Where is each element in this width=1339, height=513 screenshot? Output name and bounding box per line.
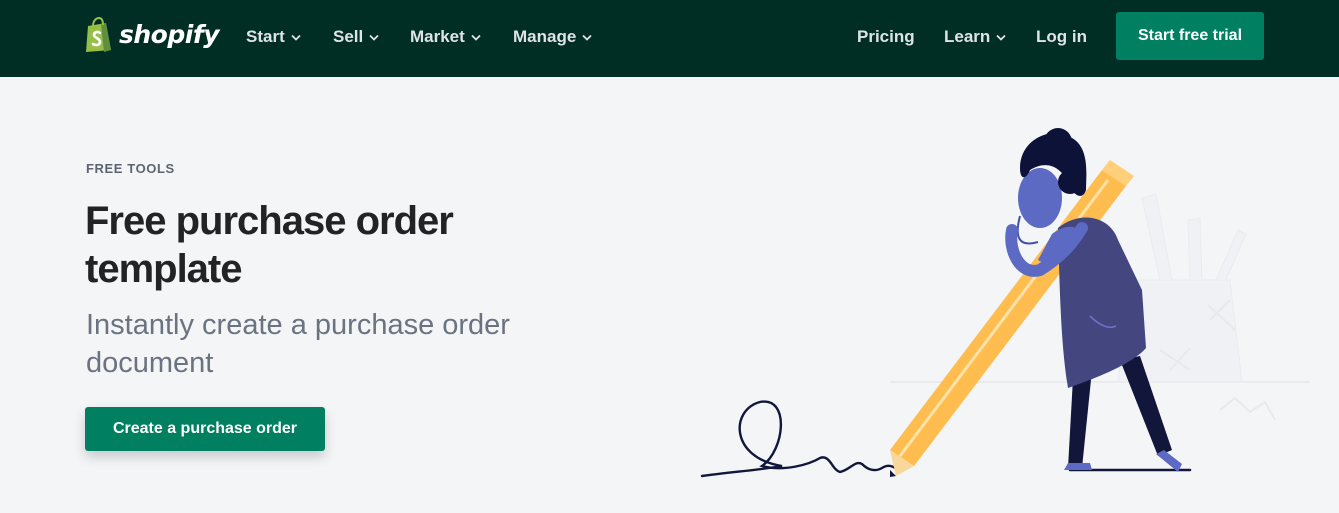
nav-item-manage[interactable]: Manage [513, 24, 592, 50]
create-purchase-order-button[interactable]: Create a purchase order [85, 407, 325, 451]
nav-item-label: Manage [513, 27, 577, 46]
chevron-down-icon [369, 34, 379, 41]
start-free-trial-button[interactable]: Start free trial [1116, 12, 1264, 60]
page-subtitle: Instantly create a purchase order docume… [86, 309, 510, 379]
pencil-person-illustration [700, 128, 1310, 478]
nav-item-label: Market [410, 27, 465, 46]
shopify-bag-icon [86, 17, 111, 52]
section-eyebrow: FREE TOOLS [86, 161, 175, 176]
nav-item-label: Start [246, 27, 285, 46]
nav-item-login[interactable]: Log in [1036, 24, 1087, 50]
shopify-logo[interactable]: shopify [84, 17, 220, 53]
nav-item-sell[interactable]: Sell [333, 24, 379, 50]
nav-item-pricing[interactable]: Pricing [857, 24, 915, 50]
nav-item-market[interactable]: Market [410, 24, 481, 50]
nav-item-label: Learn [944, 27, 991, 46]
nav-item-label: Log in [1036, 27, 1087, 46]
nav-item-label: Pricing [857, 27, 915, 46]
nav-item-learn[interactable]: Learn [944, 24, 1006, 50]
chevron-down-icon [996, 34, 1006, 41]
top-navigation: shopify Start Sell Market Manage Pricing… [0, 0, 1339, 77]
signature-line [700, 400, 900, 478]
brand-wordmark: shopify [119, 20, 220, 49]
nav-item-label: Sell [333, 27, 364, 46]
chevron-down-icon [471, 34, 481, 41]
chevron-down-icon [582, 34, 592, 41]
chevron-down-icon [291, 34, 301, 41]
nav-item-start[interactable]: Start [246, 24, 301, 50]
page-title: Free purchase order template [85, 199, 454, 291]
